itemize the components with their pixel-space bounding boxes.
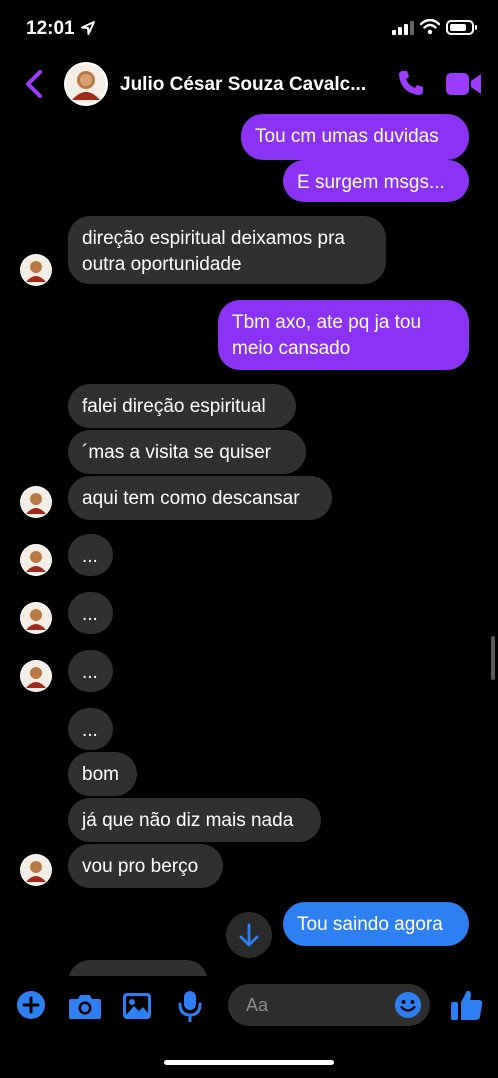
status-bar: 12:01 [0, 0, 498, 58]
outgoing-message[interactable]: Tbm axo, ate pq ja tou meio cansado [218, 300, 469, 370]
arrow-down-icon [239, 923, 259, 947]
microphone-icon[interactable] [178, 990, 202, 1022]
contact-avatar-small [20, 544, 52, 576]
contact-avatar-small [20, 854, 52, 886]
message-line: outra oportunidade [82, 254, 242, 275]
message-input[interactable]: Aa [228, 984, 430, 1026]
incoming-message[interactable]: ... [68, 708, 113, 750]
incoming-message[interactable]: vou pro berço [68, 844, 223, 888]
incoming-message[interactable]: ´mas a visita se quiser [68, 430, 306, 474]
incoming-message[interactable]: ... [68, 650, 113, 692]
phone-icon[interactable] [396, 68, 426, 98]
camera-icon[interactable] [68, 992, 102, 1020]
status-time: 12:01 [26, 18, 75, 39]
plus-icon[interactable] [16, 990, 46, 1020]
message-thread[interactable]: Tou cm umas duvidas E surgem msgs... dir… [0, 110, 498, 976]
conversation-header: Julio César Souza Cavalc... [0, 58, 498, 110]
image-icon[interactable] [122, 992, 152, 1020]
contact-avatar-small [20, 486, 52, 518]
message-line: Tbm axo, ate pq ja tou [232, 312, 422, 333]
contact-name[interactable]: Julio César Souza Cavalc... [120, 74, 366, 96]
incoming-message[interactable]: já que não diz mais nada [68, 798, 321, 842]
message-line: direção espiritual deixamos pra [82, 228, 345, 249]
scrollbar[interactable] [491, 636, 495, 680]
incoming-message[interactable]: bom [68, 752, 137, 796]
message-line: meio cansado [232, 338, 351, 359]
contact-avatar-small [20, 602, 52, 634]
incoming-message[interactable]: falei direção espiritual [68, 384, 296, 428]
location-arrow-icon [81, 21, 95, 35]
outgoing-message[interactable]: E surgem msgs... [283, 160, 469, 202]
video-camera-icon[interactable] [446, 71, 482, 97]
battery-icon [446, 20, 477, 35]
wifi-icon [420, 19, 440, 35]
contact-avatar[interactable] [64, 62, 108, 106]
emoji-icon[interactable] [394, 991, 422, 1019]
incoming-message[interactable]: ... [68, 592, 113, 634]
incoming-message[interactable]: direção espiritual deixamos pra outra op… [68, 216, 386, 284]
incoming-message-partial[interactable] [68, 960, 208, 976]
message-input-placeholder: Aa [246, 995, 269, 1015]
incoming-message[interactable]: aqui tem como descansar [68, 476, 332, 520]
incoming-message[interactable]: ... [68, 534, 113, 576]
thumbs-up-icon[interactable] [450, 988, 484, 1022]
outgoing-message[interactable]: Tou cm umas duvidas [241, 114, 469, 160]
outgoing-message[interactable]: Tou saindo agora [283, 902, 469, 946]
back-chevron-icon[interactable] [22, 68, 48, 100]
home-indicator[interactable] [164, 1060, 334, 1065]
scroll-to-bottom-button[interactable] [226, 912, 272, 958]
contact-avatar-small [20, 254, 52, 286]
contact-avatar-small [20, 660, 52, 692]
signal-icon [392, 21, 414, 35]
